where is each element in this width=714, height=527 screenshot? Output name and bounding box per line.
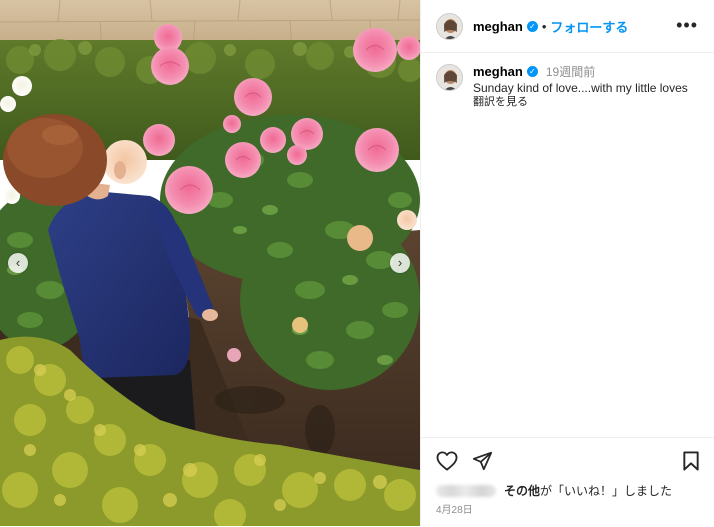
post-photo[interactable]: ‹ › <box>0 0 420 526</box>
caption-avatar[interactable] <box>436 64 463 91</box>
garden-photo <box>0 0 420 526</box>
instagram-post: ‹ › meghan ✓ • フォローする ••• meghan ✓ 19週間前… <box>0 0 714 526</box>
header-username[interactable]: meghan <box>473 19 523 34</box>
post-actions: その他 が「いいね！」しました 4月28日 <box>421 437 714 527</box>
avatar-image <box>437 13 462 39</box>
caption-body: meghan ✓ 19週間前 Sunday kind of love....wi… <box>473 63 688 109</box>
blurred-liker-name <box>436 484 496 497</box>
follow-button[interactable]: フォローする <box>550 17 628 36</box>
bookmark-icon[interactable] <box>682 451 700 471</box>
post-sidebar: meghan ✓ • フォローする ••• meghan ✓ 19週間前 Sun… <box>420 0 714 526</box>
chevron-left-icon: ‹ <box>15 255 21 270</box>
likes-others-link[interactable]: その他 <box>504 482 540 499</box>
heart-icon[interactable] <box>436 451 458 471</box>
avatar[interactable] <box>436 12 463 40</box>
likes-summary: その他 が「いいね！」しました <box>436 482 672 499</box>
see-translation-link[interactable]: 翻訳を見る <box>473 95 688 109</box>
caption-username[interactable]: meghan <box>473 64 523 79</box>
post-caption: meghan ✓ 19週間前 Sunday kind of love....wi… <box>436 63 701 109</box>
carousel-next-button[interactable]: › <box>390 253 410 273</box>
caption-meta: meghan ✓ 19週間前 <box>473 63 688 79</box>
action-buttons <box>436 451 493 471</box>
carousel-prev-button[interactable]: ‹ <box>8 253 28 273</box>
post-time[interactable]: 19週間前 <box>546 63 595 80</box>
verified-badge-icon: ✓ <box>526 20 538 32</box>
post-date[interactable]: 4月28日 <box>436 501 473 516</box>
caption-verified-badge-icon: ✓ <box>526 65 538 77</box>
share-icon[interactable] <box>472 451 493 471</box>
chevron-right-icon: › <box>397 255 403 270</box>
more-options-icon[interactable]: ••• <box>676 15 698 35</box>
separator-dot: • <box>541 18 547 34</box>
post-header: meghan ✓ • フォローする ••• <box>421 0 714 53</box>
caption-text: Sunday kind of love....with my little lo… <box>473 81 688 95</box>
likes-suffix: が「いいね！」しました <box>540 484 673 498</box>
caption-avatar-image <box>437 65 462 90</box>
